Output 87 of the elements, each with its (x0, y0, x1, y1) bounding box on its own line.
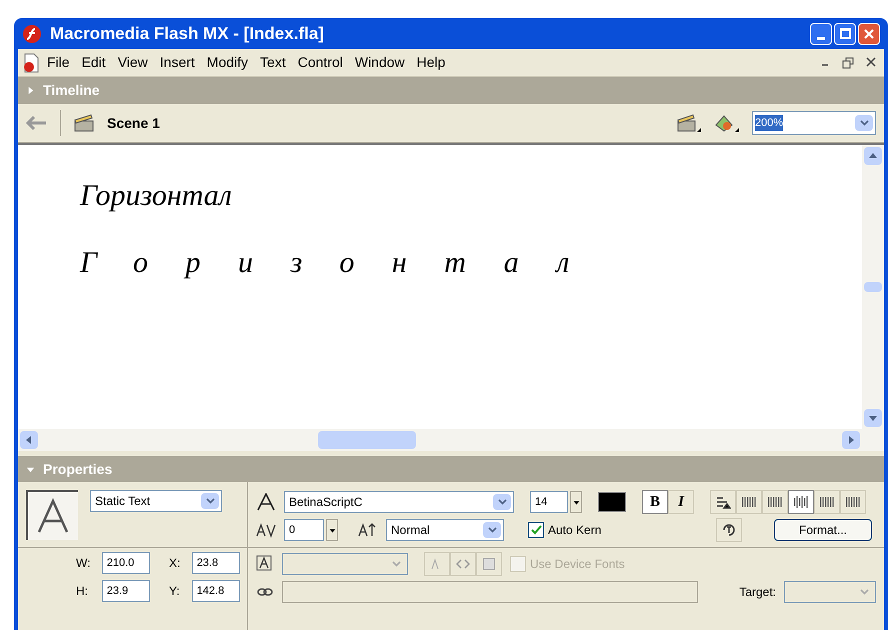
scroll-thumb[interactable] (318, 431, 416, 449)
align-button[interactable] (840, 490, 866, 514)
align-button[interactable] (762, 490, 788, 514)
scroll-down-button[interactable] (864, 409, 882, 427)
scroll-thumb[interactable] (864, 282, 882, 292)
window-title: Macromedia Flash MX - [Index.fla] (50, 22, 324, 45)
align-button[interactable] (788, 490, 814, 514)
y-label: Y: (169, 583, 181, 600)
down-arrow-icon (328, 526, 336, 534)
height-label: H: (76, 583, 89, 600)
down-arrow-icon (572, 498, 580, 506)
bold-button[interactable]: B (642, 490, 668, 514)
tracking-slider-button[interactable] (326, 519, 338, 541)
menu-item[interactable]: Modify (202, 52, 254, 73)
app-logo-icon (22, 24, 42, 44)
align-icon (792, 495, 810, 509)
scroll-right-button[interactable] (842, 431, 860, 449)
text-field-icon (256, 555, 274, 573)
vertical-scrollbar[interactable] (862, 145, 884, 429)
text-tool-icon (26, 490, 78, 540)
size-slider-button[interactable] (570, 491, 582, 513)
scroll-left-button[interactable] (20, 431, 38, 449)
expand-arrow-icon (26, 464, 35, 474)
x-label: X: (169, 555, 182, 572)
right-arrow-icon (846, 435, 856, 445)
font-icon (256, 493, 276, 511)
close-button[interactable] (858, 22, 880, 44)
baseline-icon (358, 522, 378, 538)
text-direction-button[interactable] (710, 490, 736, 514)
text-type-dropdown[interactable]: Static Text (90, 490, 222, 512)
close-icon[interactable] (866, 56, 876, 66)
scene-label: Scene 1 (107, 114, 160, 132)
maximize-button[interactable] (834, 22, 856, 44)
format-button[interactable]: Format... (774, 519, 872, 541)
target-label: Target: (739, 584, 776, 601)
edit-symbol-icon[interactable] (714, 113, 740, 133)
width-label: W: (76, 555, 92, 572)
auto-kern-checkbox[interactable]: Auto Kern (528, 521, 602, 539)
menu-item[interactable]: View (112, 52, 153, 73)
panel-title: Properties (43, 460, 112, 479)
y-field[interactable]: 142.8 (192, 580, 240, 602)
menu-item[interactable]: Text (255, 52, 291, 73)
document-icon (22, 52, 40, 72)
down-arrow-icon (868, 413, 878, 423)
rotate-text-icon (721, 523, 737, 537)
baseline-dropdown[interactable]: Normal (386, 519, 504, 541)
close-icon (863, 28, 875, 40)
align-button[interactable] (814, 490, 840, 514)
clapperboard-icon (73, 114, 95, 132)
stage-text: Горизонтал (80, 245, 608, 281)
edit-scene-icon[interactable] (676, 113, 702, 133)
font-dropdown[interactable]: BetinaScriptC (284, 491, 514, 513)
zoom-dropdown[interactable]: 200% (752, 111, 876, 135)
stage-text: Горизонтал (80, 178, 233, 214)
height-field[interactable]: 23.9 (102, 580, 150, 602)
align-icon (766, 495, 784, 509)
menu-item[interactable]: Window (350, 52, 410, 73)
align-button[interactable] (736, 490, 762, 514)
width-field[interactable]: 210.0 (102, 552, 150, 574)
url-field[interactable] (282, 581, 698, 603)
align-icon (844, 495, 862, 509)
minimize-button[interactable] (810, 22, 832, 44)
panel-title: Timeline (43, 81, 100, 100)
checkmark-icon (530, 525, 542, 535)
menu-item[interactable]: Insert (154, 52, 200, 73)
italic-button[interactable]: I (668, 490, 694, 514)
restore-icon[interactable] (842, 56, 854, 68)
text-color-swatch[interactable] (598, 492, 626, 512)
x-field[interactable]: 23.8 (192, 552, 240, 574)
menu-item[interactable]: Edit (76, 52, 111, 73)
up-arrow-icon (868, 151, 878, 161)
menu-item[interactable]: File (42, 52, 75, 73)
tracking-icon (256, 522, 276, 538)
rotate-text-button[interactable] (716, 518, 742, 542)
expand-arrow-icon (26, 86, 35, 95)
scroll-up-button[interactable] (864, 147, 882, 165)
menu-item[interactable]: Control (292, 52, 348, 73)
align-icon (740, 495, 758, 509)
horizontal-scrollbar[interactable] (18, 429, 884, 451)
tracking-field[interactable]: 0 (284, 519, 324, 541)
left-arrow-icon (24, 435, 34, 445)
border-icon (483, 558, 495, 570)
text-direction-icon (715, 495, 731, 509)
html-icon (456, 559, 470, 569)
align-icon (818, 495, 836, 509)
menu-item[interactable]: Help (412, 52, 450, 73)
font-size-field[interactable]: 14 (530, 491, 568, 513)
